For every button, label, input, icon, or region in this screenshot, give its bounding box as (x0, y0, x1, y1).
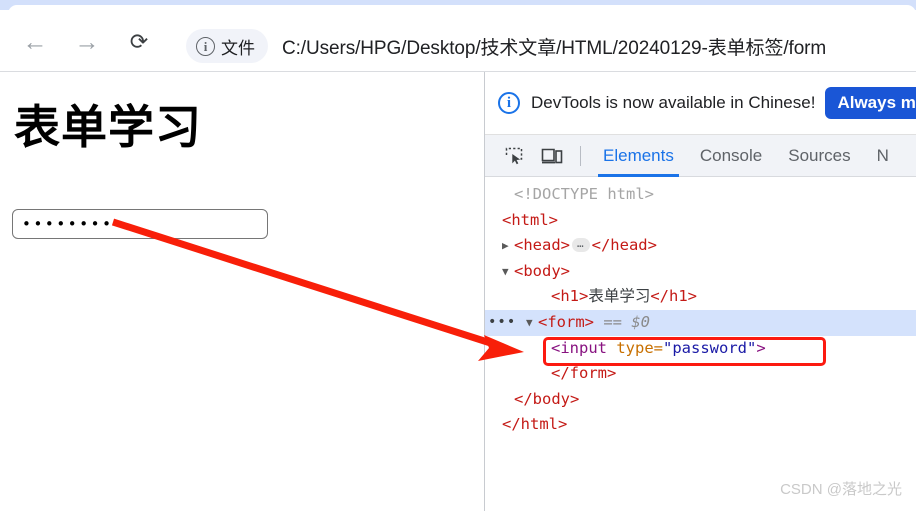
info-circle-icon: i (196, 36, 215, 56)
always-match-language-button[interactable]: Always m (825, 87, 916, 119)
devtools-tab-bar: Elements Console Sources N (485, 135, 916, 177)
dom-row-h1[interactable]: <h1>表单学习</h1> (485, 284, 916, 310)
html-open-tag: <html> (502, 210, 558, 229)
address-bar[interactable]: i 文件 C:/Users/HPG/Desktop/技术文章/HTML/2024… (186, 28, 916, 64)
inspect-element-icon[interactable] (495, 135, 533, 177)
page-title: 表单学习 (14, 101, 202, 153)
h1-open-tag: <h1> (551, 287, 589, 306)
h1-text: 表单学习 (588, 287, 651, 306)
head-close-tag: </head> (591, 236, 657, 255)
input-open-tag: <input (551, 338, 607, 357)
dom-row-head[interactable]: ▶ <head>… </head> (485, 233, 916, 259)
devtools-locale-banner: i DevTools is now available in Chinese! … (485, 72, 916, 135)
input-close-bracket: > (756, 338, 766, 357)
back-arrow-icon[interactable]: ← (18, 25, 52, 59)
dom-row-form-close[interactable]: </form> (485, 361, 916, 387)
input-attr-value: "password" (663, 338, 757, 357)
selected-node-marker: == $0 (603, 312, 651, 331)
tab-network[interactable]: N (864, 135, 902, 177)
chevron-right-icon[interactable]: ▶ (502, 233, 514, 259)
password-masked-value: ••••••••• (22, 214, 126, 233)
browser-window: ← → ⟳ i 文件 C:/Users/HPG/Desktop/技术文章/HTM… (0, 0, 916, 511)
url-text[interactable]: C:/Users/HPG/Desktop/技术文章/HTML/20240129-… (282, 33, 826, 60)
dom-row-input[interactable]: <input type="password"> (485, 336, 916, 362)
html-close-tag: </html> (502, 415, 568, 434)
dom-row-body-open[interactable]: ▼ <body> (485, 259, 916, 285)
tab-elements[interactable]: Elements (590, 135, 687, 177)
dom-row-doctype[interactable]: <!DOCTYPE html> (485, 182, 916, 208)
password-input[interactable]: ••••••••• (12, 209, 268, 239)
collapsed-children-badge[interactable]: … (572, 238, 590, 253)
dom-row-form-open[interactable]: ••• ▼ <form> == $0 (485, 309, 916, 336)
form-open-tag: <form> (538, 312, 594, 331)
banner-message: DevTools is now available in Chinese! (531, 93, 816, 112)
h1-close-tag: </h1> (650, 287, 698, 306)
tab-sources[interactable]: Sources (775, 135, 863, 177)
watermark: CSDN @落地之光 (780, 481, 902, 498)
input-attr-equals: = (653, 338, 664, 357)
file-chip-label: 文件 (221, 38, 255, 58)
toolbar-separator (580, 145, 581, 166)
dom-row-body-close[interactable]: </body> (485, 387, 916, 413)
head-open-tag: <head> (514, 236, 570, 255)
device-toolbar-icon[interactable] (533, 135, 571, 177)
file-origin-chip[interactable]: i 文件 (186, 29, 268, 63)
dom-tree: <!DOCTYPE html> <html> ▶ <head>… </head> ▼… (485, 178, 916, 511)
tab-console[interactable]: Console (687, 135, 775, 177)
browser-toolbar: ← → ⟳ i 文件 C:/Users/HPG/Desktop/技术文章/HTM… (0, 10, 916, 72)
page-viewport: 表单学习 ••••••••• (0, 72, 485, 511)
info-circle-icon: i (498, 92, 520, 114)
doctype-text: <!DOCTYPE html> (514, 185, 654, 203)
dom-row-html-close[interactable]: </html> (485, 412, 916, 438)
body-close-tag: </body> (514, 389, 580, 408)
tab-strip (0, 0, 916, 15)
devtools-panel: i DevTools is now available in Chinese! … (485, 72, 916, 511)
chevron-down-icon[interactable]: ▼ (526, 310, 538, 336)
dom-row-html-open[interactable]: <html> (485, 208, 916, 234)
reload-icon[interactable]: ⟳ (122, 25, 156, 59)
input-attr-name: type (616, 338, 654, 357)
form-close-tag: </form> (551, 364, 617, 383)
row-more-options-icon[interactable]: ••• (488, 313, 516, 331)
forward-arrow-icon[interactable]: → (70, 25, 104, 59)
body-open-tag: <body> (514, 261, 570, 280)
chevron-down-icon[interactable]: ▼ (502, 259, 514, 285)
